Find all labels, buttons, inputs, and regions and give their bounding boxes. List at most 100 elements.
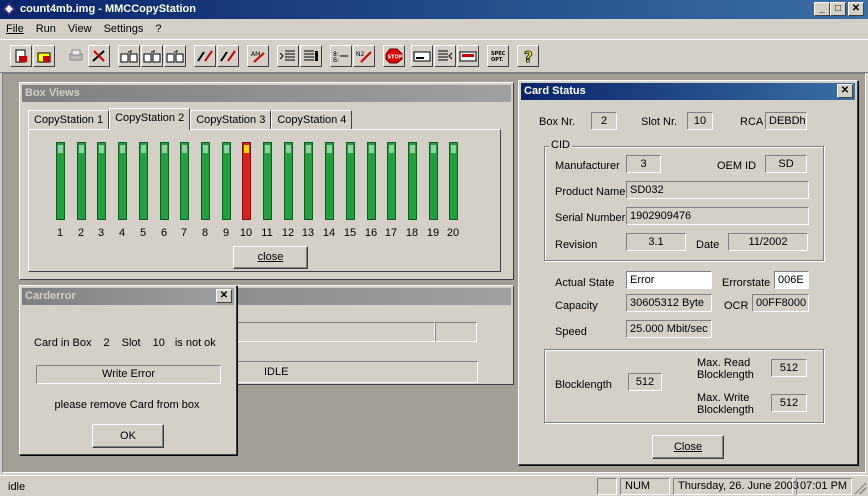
ocr-field: 00FF8000 — [752, 294, 809, 312]
slot-bar-16[interactable] — [367, 142, 376, 220]
pen-red-icon[interactable] — [217, 45, 239, 67]
slot-bar-3[interactable] — [97, 142, 106, 220]
slot-led-icon — [99, 145, 104, 153]
pen-blue-icon[interactable]: AM — [247, 45, 269, 67]
tools-icon[interactable] — [88, 45, 110, 67]
slot-led-icon — [286, 145, 291, 153]
stop-icon[interactable]: STOP — [383, 45, 405, 67]
carderror-error-text: Write Error — [102, 368, 155, 380]
max-write-label: Max. Write Blocklength — [697, 392, 754, 416]
slot-bar-18[interactable] — [408, 142, 417, 220]
tab-copystation-2[interactable]: CopyStation 2 — [109, 108, 191, 130]
box-views-window: Box Views CopyStation 1 CopyStation 2 Co… — [19, 82, 514, 280]
menu-help[interactable]: ? — [155, 23, 161, 35]
svg-text:B:: B: — [333, 57, 339, 63]
slot-bar-5[interactable] — [139, 142, 148, 220]
carderror-close-button[interactable]: ✕ — [216, 289, 232, 303]
menu-settings[interactable]: Settings — [104, 23, 144, 35]
list-in-icon[interactable] — [277, 45, 299, 67]
menu-view[interactable]: View — [68, 23, 92, 35]
slot-bars — [56, 142, 476, 222]
card-in-box-label: Card in Box — [34, 337, 92, 349]
slot-number-15: 15 — [343, 227, 357, 239]
slot-led-icon — [451, 145, 456, 153]
drive-icon[interactable] — [411, 45, 433, 67]
slot-bar-7[interactable] — [180, 142, 189, 220]
spec-icon[interactable]: SPEC OPT. — [487, 45, 509, 67]
slot-led-icon — [389, 145, 394, 153]
manufacturer-label: Manufacturer — [555, 160, 620, 172]
serial-number-label: Serial Number — [555, 212, 626, 224]
slot-number-4: 4 — [118, 227, 126, 239]
carderror-error-field: Write Error — [36, 365, 221, 384]
oem-id-field: SD — [765, 155, 807, 173]
slot-led-icon — [306, 145, 311, 153]
slot-bar-13[interactable] — [304, 142, 313, 220]
manufacturer-field: 3 — [626, 155, 661, 173]
slot-bar-19[interactable] — [429, 142, 438, 220]
cid-label: CID — [549, 139, 572, 151]
open-icon[interactable] — [33, 45, 55, 67]
card-status-close-button[interactable]: Close — [652, 435, 724, 459]
slot-bar-14[interactable] — [325, 142, 334, 220]
status-num: NUM — [620, 478, 670, 495]
menu-run[interactable]: Run — [36, 23, 56, 35]
close-window-button[interactable]: ✕ — [848, 2, 864, 16]
slot-nr-label: Slot Nr. — [641, 116, 678, 128]
edit-icon[interactable]: N2 — [353, 45, 375, 67]
slot-bar-17[interactable] — [387, 142, 396, 220]
slot-bar-12[interactable] — [284, 142, 293, 220]
maximize-button[interactable]: □ — [830, 2, 846, 16]
slot-bar-2[interactable] — [77, 142, 86, 220]
help-icon[interactable]: ? — [517, 45, 539, 67]
minimize-button[interactable]: _ — [814, 2, 830, 16]
slot-number-13: 13 — [301, 227, 315, 239]
card-status-title: Card Status — [524, 85, 586, 97]
card-icon[interactable] — [457, 45, 479, 67]
actual-state-label: Actual State — [555, 277, 615, 289]
tab-bar: CopyStation 1 CopyStation 2 CopyStation … — [28, 108, 353, 130]
slot-bar-20[interactable] — [449, 142, 458, 220]
new-doc-icon[interactable] — [10, 45, 32, 67]
copy-2-icon[interactable] — [141, 45, 163, 67]
status-pane-empty — [597, 478, 617, 495]
blocklength-label: Blocklength — [555, 379, 612, 391]
slot-led-icon — [141, 145, 146, 153]
menu-bar: File Run View Settings ? — [0, 19, 868, 38]
copy-3-icon[interactable] — [164, 45, 186, 67]
resize-grip-icon[interactable] — [854, 482, 866, 494]
max-read-label: Max. Read Blocklength — [697, 357, 754, 381]
status-text: idle — [8, 481, 26, 493]
list-icon[interactable] — [434, 45, 456, 67]
copy-1-icon[interactable] — [118, 45, 140, 67]
slot-bar-10[interactable] — [242, 142, 251, 220]
progress-field — [235, 322, 435, 342]
print-icon[interactable] — [65, 45, 87, 67]
slot-bar-6[interactable] — [160, 142, 169, 220]
menu-file[interactable]: File — [6, 23, 24, 35]
slot-bar-9[interactable] — [222, 142, 231, 220]
close-box-views-button[interactable]: close — [233, 246, 308, 269]
tab-copystation-1[interactable]: CopyStation 1 — [28, 110, 110, 130]
card-status-close-x-button[interactable]: ✕ — [837, 84, 853, 98]
list-out-icon[interactable] — [300, 45, 322, 67]
slot-number-18: 18 — [405, 227, 419, 239]
actual-state-field: Error — [626, 271, 712, 289]
slot-number-1: 1 — [56, 227, 64, 239]
pen-icon[interactable] — [194, 45, 216, 67]
carderror-ok-button[interactable]: OK — [92, 424, 164, 448]
serial-number-value: 1902909476 — [630, 210, 692, 222]
capacity-value: 30605312 Byte — [630, 297, 705, 309]
slot-bar-4[interactable] — [118, 142, 127, 220]
time-text: 07:01 PM — [800, 480, 848, 492]
product-name-value: SD032 — [630, 184, 664, 196]
slot-led-icon — [265, 145, 270, 153]
slot-bar-1[interactable] — [56, 142, 65, 220]
slot-bar-11[interactable] — [263, 142, 272, 220]
speed-label: Speed — [555, 326, 587, 338]
tab-copystation-3[interactable]: CopyStation 3 — [190, 110, 272, 130]
sort-icon[interactable]: 8: B: — [330, 45, 352, 67]
slot-bar-15[interactable] — [346, 142, 355, 220]
slot-bar-8[interactable] — [201, 142, 210, 220]
tab-copystation-4[interactable]: CopyStation 4 — [271, 110, 353, 130]
